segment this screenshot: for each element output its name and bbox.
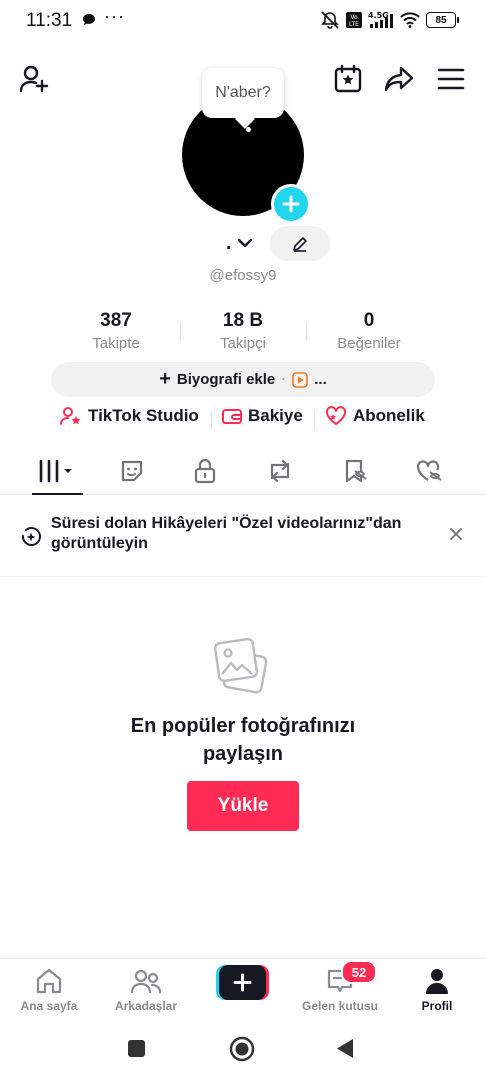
signal-icon: 4.5G (368, 11, 393, 28)
add-friend-icon[interactable] (17, 62, 51, 96)
nav-label: Profil (421, 999, 453, 1013)
profile-stats: 387 Takipte 18 B Takipçi 0 Beğeniler (0, 310, 486, 356)
bio-more: ... (314, 371, 327, 388)
menu-icon[interactable] (434, 62, 468, 96)
photos-icon (212, 634, 272, 696)
link-label: TikTok Studio (88, 406, 199, 425)
status-right: Vo LTE 4.5G 85 (320, 11, 459, 29)
stat-value: 387 (100, 310, 132, 331)
empty-state-title-text: En popüler fotoğrafınızı paylaşın (130, 715, 356, 765)
subscription-link[interactable]: Abonelik (325, 406, 425, 426)
back-button[interactable] (335, 1037, 355, 1060)
stat-likes[interactable]: 0 Beğeniler (309, 310, 429, 352)
tiktok-studio-link[interactable]: TikTok Studio (60, 406, 199, 426)
status-bar: 11:31 ··· Vo LTE 4.5G 85 (0, 0, 486, 44)
recent-apps-button[interactable] (127, 1039, 146, 1058)
bio-separator: · (281, 371, 287, 388)
nav-label: Arkadaşlar (114, 999, 178, 1013)
stat-value: 18 B (222, 310, 264, 331)
create-button[interactable] (216, 965, 269, 1000)
profile-links: TikTok Studio Bakiye Abonelik (0, 406, 486, 434)
link-label: Bakiye (248, 406, 303, 425)
status-bubble-text: N'aber? (215, 84, 271, 101)
share-icon[interactable] (382, 62, 416, 96)
tab-reposts[interactable] (254, 448, 306, 494)
empty-state-title: En popüler fotoğrafınızı paylaşın (0, 712, 486, 768)
tab-favorites[interactable] (330, 448, 382, 494)
heart-star-icon (325, 406, 347, 425)
sticker-icon (121, 460, 143, 482)
tab-stickers[interactable] (106, 448, 158, 494)
add-avatar-button[interactable] (271, 184, 311, 224)
link-label: Abonelik (353, 406, 425, 425)
display-name[interactable]: . (226, 232, 232, 255)
stat-followers[interactable]: 18 B Takipçi (183, 310, 303, 352)
notice-text: Süresi dolan Hikâyeleri "Özel videoların… (51, 515, 402, 552)
more-notifications-icon: ··· (104, 6, 125, 26)
friends-icon (130, 969, 162, 994)
close-notice-button[interactable] (445, 523, 467, 545)
stories-notice: Süresi dolan Hikâyeleri "Özel videoların… (0, 496, 486, 577)
stat-label: Takipte (92, 335, 140, 352)
bubble-dot (246, 127, 251, 132)
status-time: 11:31 (26, 10, 73, 31)
system-nav-bar (0, 1022, 486, 1080)
tab-liked[interactable] (404, 448, 456, 494)
balance-link[interactable]: Bakiye (222, 406, 303, 426)
wallet-icon (222, 409, 242, 424)
stat-following[interactable]: 387 Takipte (56, 310, 176, 352)
link-divider (314, 410, 315, 430)
mute-alarm-icon (321, 11, 339, 29)
nav-friends[interactable]: Arkadaşlar (98, 967, 194, 1013)
add-bio-button[interactable]: + Biyografi ekle · ... (51, 362, 435, 397)
back-triangle-icon (337, 1039, 353, 1058)
lock-icon (194, 458, 216, 484)
nav-profile[interactable]: Profil (389, 967, 485, 1013)
stat-label: Takipçi (220, 335, 266, 352)
inbox-badge: 52 (341, 960, 377, 984)
stat-label: Beğeniler (337, 335, 401, 352)
profile-icon (426, 969, 448, 994)
upload-button[interactable]: Yükle (187, 781, 299, 831)
add-bio-label: Biyografi ekle (176, 371, 276, 388)
tab-videos[interactable] (31, 448, 83, 494)
edit-profile-button[interactable] (270, 226, 330, 261)
circle-home-icon (229, 1036, 255, 1062)
videos-grid-icon (39, 459, 72, 483)
liked-icon (416, 460, 442, 481)
username-handle: @efossy9 (209, 267, 277, 284)
battery-icon: 85 (426, 12, 459, 28)
volte-icon: VoLTE (346, 12, 362, 28)
content-tabs (0, 448, 486, 495)
plus-icon: + (159, 368, 171, 390)
close-icon (450, 528, 462, 540)
status-bubble[interactable]: N'aber? (202, 68, 284, 118)
nav-home[interactable]: Ana sayfa (1, 967, 97, 1013)
home-icon (36, 968, 62, 994)
calendar-star-icon[interactable] (331, 62, 365, 96)
plus-icon (282, 195, 300, 213)
stat-divider (306, 322, 307, 340)
repost-icon (270, 459, 290, 483)
person-star-icon (60, 407, 81, 425)
pencil-icon (293, 236, 307, 252)
nav-label: Ana sayfa (20, 999, 78, 1013)
home-system-button[interactable] (229, 1036, 255, 1062)
bookmark-icon (345, 459, 367, 483)
story-sparkle-icon (20, 526, 42, 548)
tab-private[interactable] (179, 448, 231, 494)
wifi-icon (400, 12, 420, 28)
square-icon (128, 1040, 145, 1057)
nav-label: Gelen kutusu (301, 999, 378, 1013)
chevron-down-icon[interactable] (236, 236, 254, 250)
svg-text:LTE: LTE (349, 21, 359, 28)
active-tab-indicator (32, 493, 83, 495)
link-divider (211, 410, 212, 430)
svg-text:Vo: Vo (350, 14, 358, 21)
chat-notification-icon (82, 13, 96, 26)
stat-value: 0 (363, 310, 375, 331)
stat-divider (180, 322, 181, 340)
video-play-icon (292, 371, 309, 388)
